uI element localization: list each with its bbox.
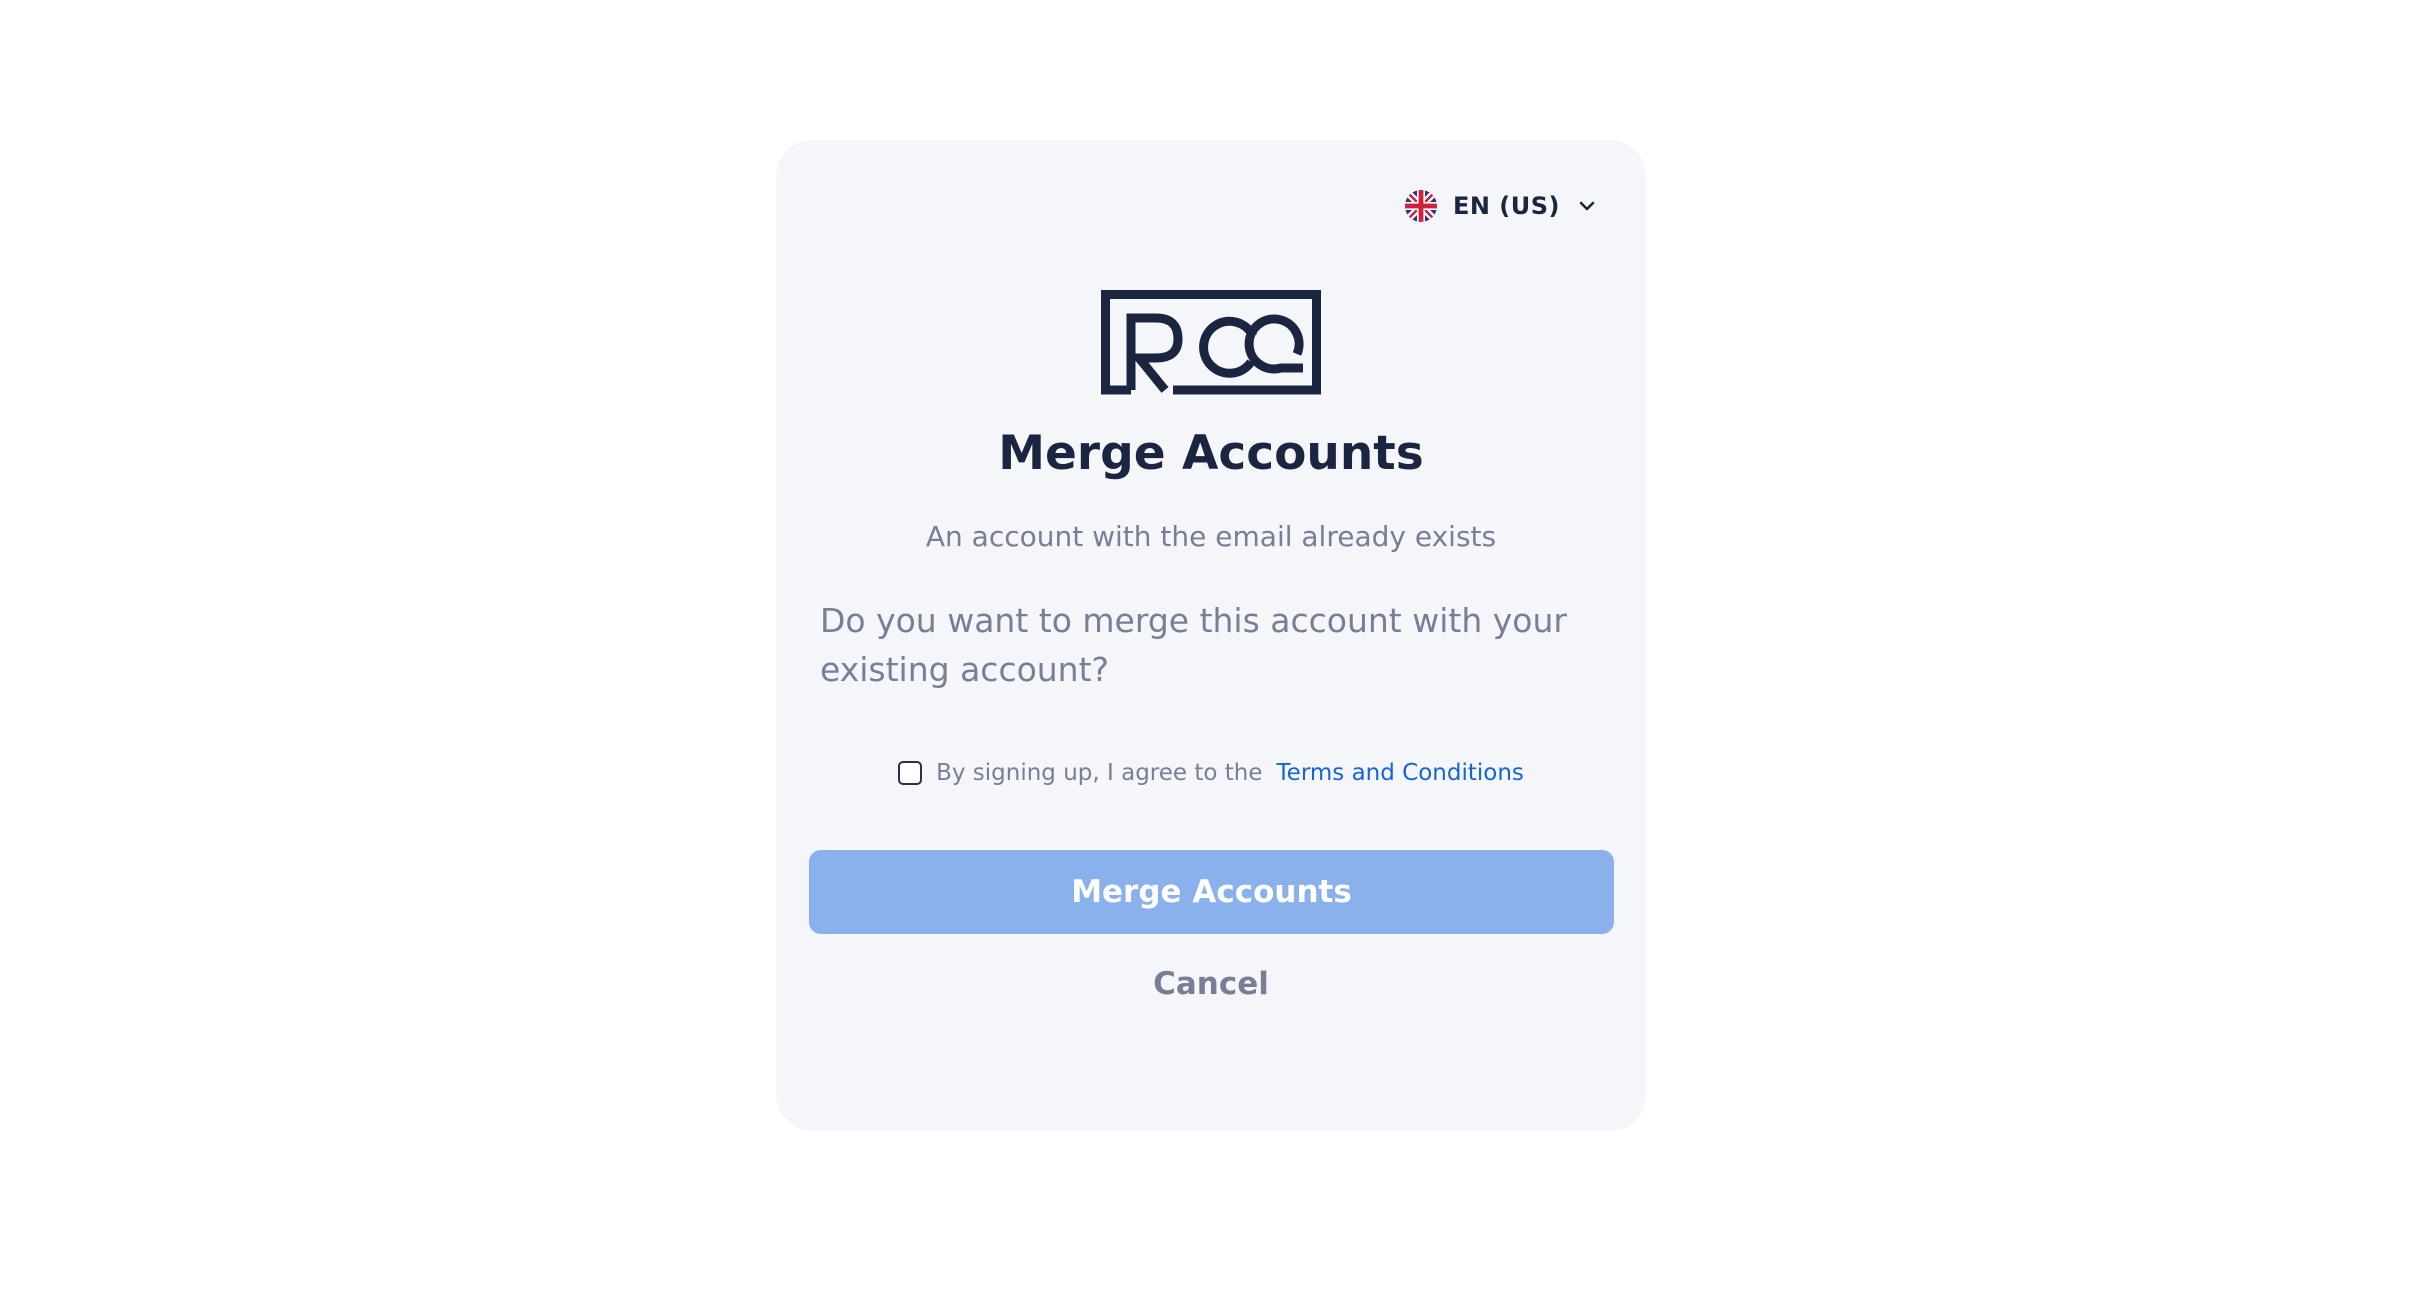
- chevron-down-icon: [1579, 201, 1595, 211]
- terms-link[interactable]: Terms and Conditions: [1277, 760, 1524, 786]
- merge-accounts-button[interactable]: Merge Accounts: [809, 850, 1614, 934]
- language-label: EN (US): [1452, 192, 1560, 220]
- cancel-button[interactable]: Cancel: [776, 966, 1646, 1002]
- merge-question: Do you want to merge this account with y…: [820, 601, 1567, 689]
- agreement-text: By signing up, I agree to the: [936, 760, 1263, 786]
- page: EN (US) Merge Accounts An account with t…: [0, 0, 2430, 1294]
- language-selector[interactable]: EN (US): [1404, 186, 1598, 226]
- subtitle: An account with the email already exists: [925, 520, 1497, 553]
- roq-logo: [1101, 290, 1321, 395]
- uk-flag-icon: [1404, 190, 1437, 222]
- page-title: Merge Accounts: [998, 426, 1424, 481]
- terms-agreement: By signing up, I agree to the Terms and …: [776, 760, 1646, 786]
- terms-checkbox[interactable]: [898, 761, 923, 785]
- merge-accounts-card: EN (US) Merge Accounts An account with t…: [776, 140, 1646, 1131]
